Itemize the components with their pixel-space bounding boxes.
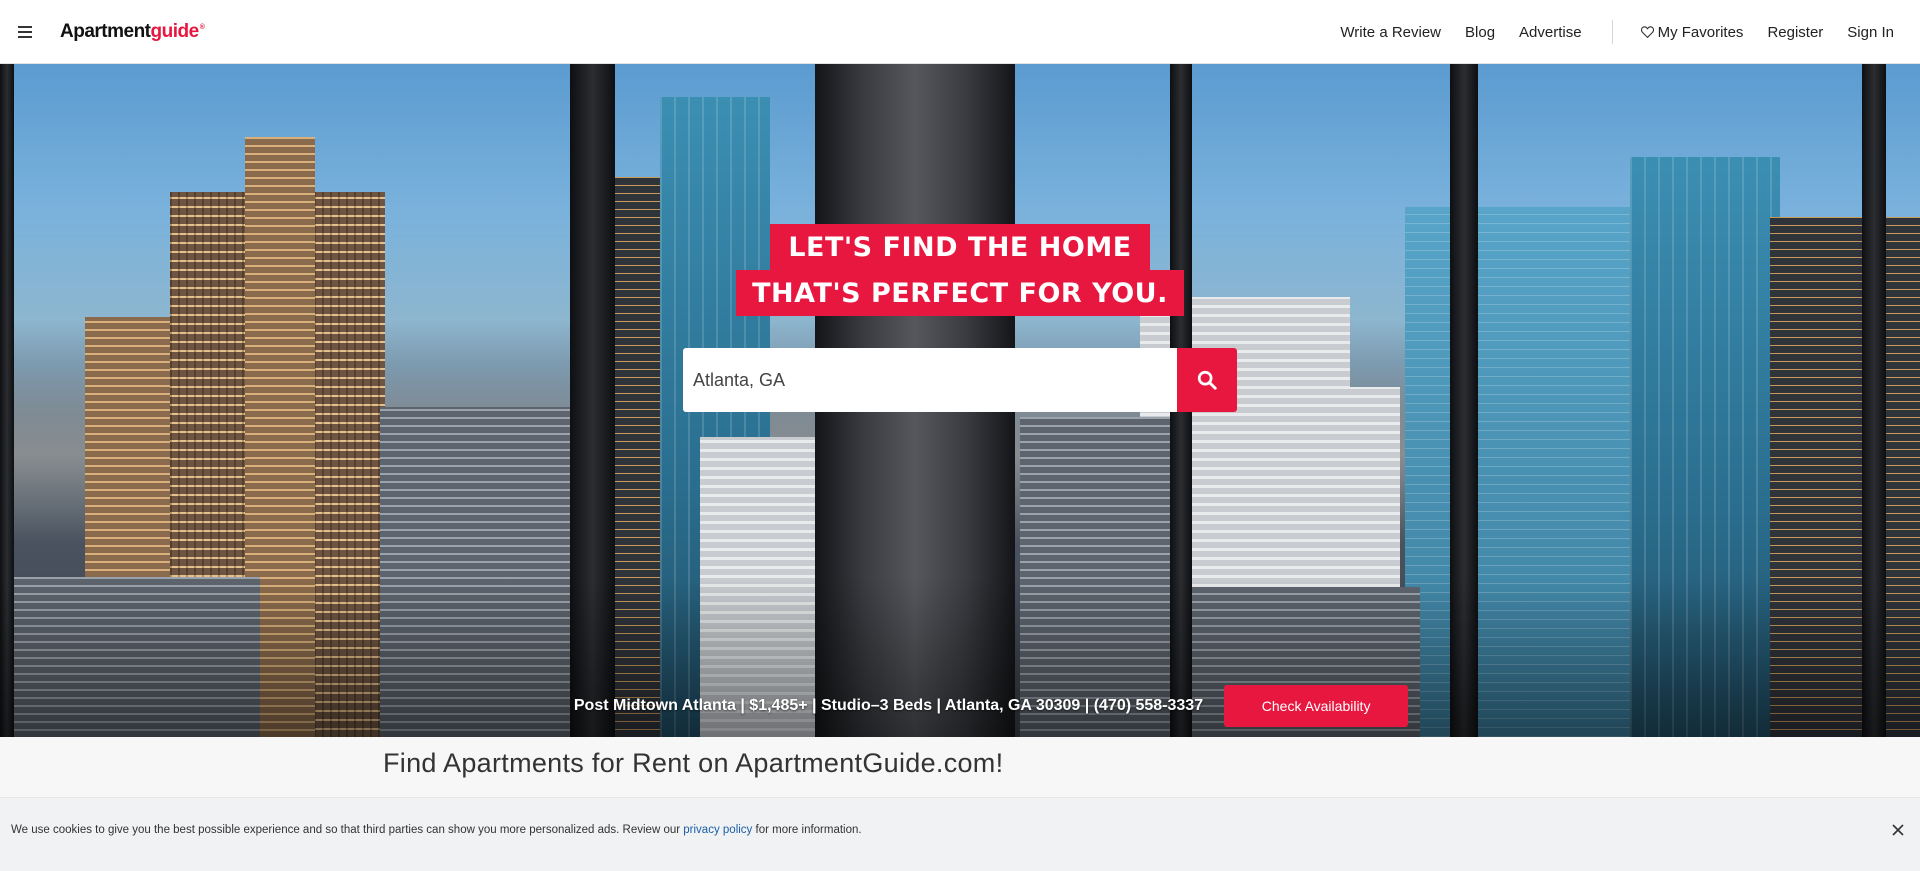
nav-advertise[interactable]: Advertise	[1519, 24, 1582, 41]
close-icon[interactable]	[1886, 818, 1910, 842]
cookie-message: We use cookies to give you the best poss…	[11, 824, 862, 836]
site-logo[interactable]: Apartment guide ®	[60, 20, 205, 43]
nav-my-favorites[interactable]: My Favorites	[1640, 23, 1744, 41]
nav-blog[interactable]: Blog	[1465, 24, 1495, 41]
cookie-text-after: for more information.	[752, 824, 862, 836]
location-search	[683, 348, 1237, 412]
nav-divider	[1611, 20, 1613, 44]
search-icon	[1197, 370, 1217, 390]
check-availability-button[interactable]: Check Availability	[1224, 685, 1409, 727]
intro-section: Find Apartments for Rent on ApartmentGui…	[0, 737, 1920, 797]
hamburger-menu-icon[interactable]	[14, 20, 38, 44]
featured-listing-text[interactable]: Post Midtown Atlanta | $1,485+ | Studio–…	[574, 697, 1203, 715]
headline-line-2: THAT'S PERFECT FOR YOU.	[736, 270, 1184, 316]
nav-register[interactable]: Register	[1767, 24, 1823, 41]
search-button[interactable]	[1177, 348, 1237, 412]
privacy-policy-link[interactable]: privacy policy	[683, 824, 752, 836]
hero-headline: LET'S FIND THE HOME THAT'S PERFECT FOR Y…	[0, 224, 1920, 316]
site-header: Apartment guide ® Write a Review Blog Adve…	[0, 0, 1920, 64]
top-nav: Write a Review Blog Advertise My Favorit…	[1340, 0, 1894, 64]
logo-text-guide: guide	[150, 20, 200, 42]
cookie-banner: We use cookies to give you the best poss…	[0, 797, 1920, 871]
hero-banner: LET'S FIND THE HOME THAT'S PERFECT FOR Y…	[0, 64, 1920, 737]
nav-my-favorites-label: My Favorites	[1657, 23, 1744, 41]
logo-registered-mark: ®	[199, 23, 205, 31]
nav-write-review[interactable]: Write a Review	[1340, 24, 1441, 41]
featured-listing-bar: Post Midtown Atlanta | $1,485+ | Studio–…	[0, 684, 1920, 728]
heart-icon	[1640, 26, 1654, 38]
headline-line-1: LET'S FIND THE HOME	[770, 224, 1150, 272]
cookie-text-before: We use cookies to give you the best poss…	[11, 824, 684, 836]
page-title: Find Apartments for Rent on ApartmentGui…	[383, 748, 1004, 778]
search-input[interactable]	[683, 348, 1177, 412]
logo-text-apartment: Apartment	[60, 20, 151, 42]
nav-sign-in[interactable]: Sign In	[1847, 24, 1894, 41]
